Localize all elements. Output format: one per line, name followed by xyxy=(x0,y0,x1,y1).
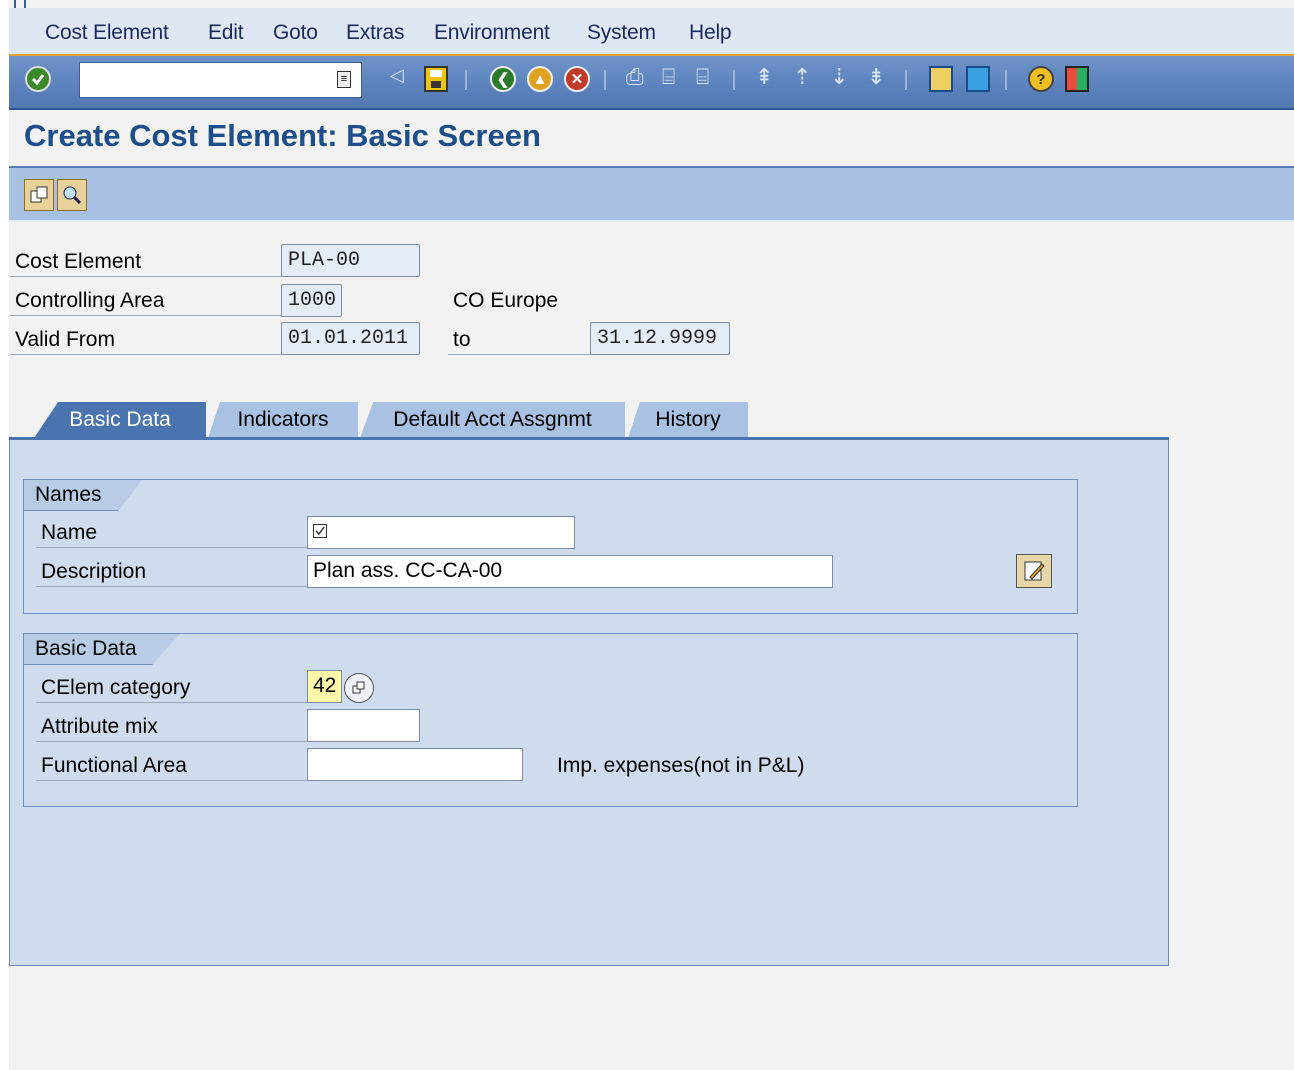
enter-icon[interactable] xyxy=(25,66,51,92)
tab-history[interactable]: History xyxy=(628,402,748,438)
back-icon[interactable]: ❮ xyxy=(490,66,516,92)
tab-default-acct-assgnmt[interactable]: Default Acct Assgnmt xyxy=(360,402,625,438)
tab-indicators[interactable]: Indicators xyxy=(208,402,358,438)
exit-icon[interactable]: ▲ xyxy=(527,66,553,92)
label-underline xyxy=(36,586,308,587)
command-field[interactable] xyxy=(79,62,362,98)
cost-element-field: PLA-00 xyxy=(281,244,420,277)
attribute-mix-label: Attribute mix xyxy=(41,715,158,738)
menu-bar: Cost Element Edit Goto Extras Environmen… xyxy=(9,8,1294,56)
controlling-area-label: Controlling Area xyxy=(15,289,165,312)
attribute-mix-input[interactable] xyxy=(307,709,420,742)
save-icon[interactable] xyxy=(424,66,448,92)
celem-category-input[interactable]: 42 xyxy=(307,670,342,703)
label-underline xyxy=(36,741,308,742)
label-underline xyxy=(36,702,308,703)
shortcut-icon[interactable] xyxy=(966,66,990,92)
long-text-edit-icon[interactable] xyxy=(1016,554,1052,588)
valid-from-field: 01.01.2011 xyxy=(281,322,420,355)
first-page-icon[interactable]: ⇞ xyxy=(755,64,773,90)
menu-help[interactable]: Help xyxy=(689,21,732,45)
find-next-icon[interactable]: ⌸ xyxy=(696,64,709,90)
application-toolbar xyxy=(9,168,1294,222)
other-cost-element-icon[interactable] xyxy=(24,179,54,211)
menu-goto[interactable]: Goto xyxy=(273,21,318,45)
display-icon[interactable] xyxy=(57,179,87,211)
valid-from-label: Valid From xyxy=(15,328,115,351)
label-underline xyxy=(10,315,282,316)
last-page-icon[interactable]: ⇟ xyxy=(867,64,885,90)
label-underline xyxy=(10,354,282,355)
cost-element-label: Cost Element xyxy=(15,250,142,273)
collapse-arrow-icon[interactable]: ◁ xyxy=(390,65,404,86)
name-label: Name xyxy=(41,521,98,544)
previous-page-icon[interactable]: ⇡ xyxy=(793,64,811,90)
label-underline xyxy=(448,354,591,355)
description-label: Description xyxy=(41,560,147,583)
celem-category-text: Imp. expenses(not in P&L) xyxy=(557,754,805,777)
toolbar-separator xyxy=(465,70,467,90)
create-session-icon[interactable] xyxy=(929,66,953,92)
toolbar-separator xyxy=(1005,70,1007,90)
toolbar-separator xyxy=(604,70,606,90)
celem-category-label: CElem category xyxy=(41,676,191,699)
find-icon[interactable]: ⌸ xyxy=(662,64,675,90)
to-label: to xyxy=(453,328,471,351)
controlling-area-text: CO Europe xyxy=(453,289,559,312)
functional-area-input[interactable] xyxy=(307,748,523,781)
controlling-area-field: 1000 xyxy=(281,284,342,317)
names-group-title: Names xyxy=(35,483,102,506)
menu-extras[interactable]: Extras xyxy=(346,21,405,45)
next-page-icon[interactable]: ⇣ xyxy=(830,64,848,90)
label-underline xyxy=(36,780,308,781)
valid-to-field: 31.12.9999 xyxy=(590,322,730,355)
menu-cost-element[interactable]: Cost Element xyxy=(45,21,169,45)
functional-area-label: Functional Area xyxy=(41,754,187,777)
menu-environment[interactable]: Environment xyxy=(434,21,550,45)
menu-edit[interactable]: Edit xyxy=(208,21,244,45)
window-frame xyxy=(0,0,9,1070)
value-help-icon[interactable] xyxy=(344,673,374,703)
required-entry-icon xyxy=(313,524,327,538)
help-icon[interactable]: ? xyxy=(1028,66,1054,92)
basic-data-group-title: Basic Data xyxy=(35,637,137,660)
page-title: Create Cost Element: Basic Screen xyxy=(24,118,541,153)
cancel-icon[interactable]: ✕ xyxy=(564,66,590,92)
menu-system[interactable]: System xyxy=(587,21,656,45)
tab-basic-data[interactable]: Basic Data xyxy=(34,402,206,438)
toolbar-separator xyxy=(905,70,907,90)
customize-layout-icon[interactable] xyxy=(1065,66,1089,92)
print-icon[interactable]: ⎙ xyxy=(626,64,644,90)
toolbar-separator xyxy=(733,70,735,90)
name-input[interactable] xyxy=(307,516,575,549)
label-underline xyxy=(10,276,282,277)
label-underline xyxy=(36,547,308,548)
command-history-icon[interactable]: ≡ xyxy=(337,71,351,88)
description-input[interactable]: Plan ass. CC-CA-00 xyxy=(307,555,833,588)
